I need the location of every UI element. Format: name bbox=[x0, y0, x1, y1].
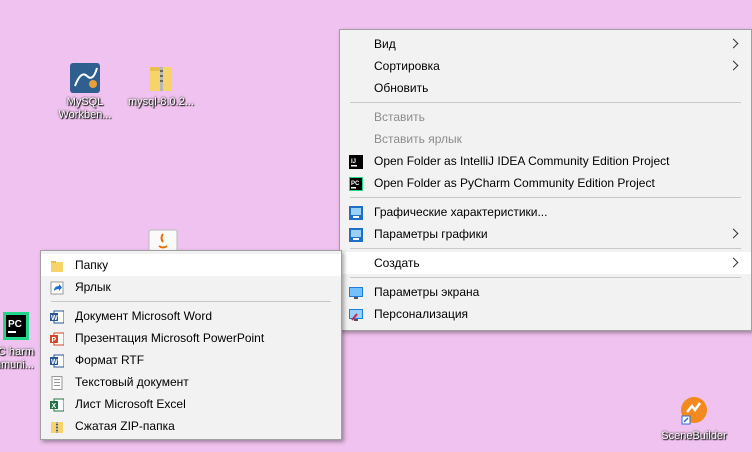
submenu-item-zip[interactable]: Сжатая ZIP-папка bbox=[41, 415, 341, 437]
submenu-item-excel[interactable]: X Лист Microsoft Excel bbox=[41, 393, 341, 415]
submenu-item-label: Сжатая ZIP-папка bbox=[75, 419, 175, 433]
menu-item-label: Сортировка bbox=[374, 59, 440, 73]
submenu-item-folder[interactable]: Папку bbox=[41, 254, 341, 276]
menu-item-label: Open Folder as PyCharm Community Edition… bbox=[374, 176, 655, 190]
submenu-item-label: Лист Microsoft Excel bbox=[75, 397, 186, 411]
menu-item-paste[interactable]: Вставить bbox=[340, 106, 751, 128]
menu-separator bbox=[350, 197, 741, 198]
menu-item-label: Open Folder as IntelliJ IDEA Community E… bbox=[374, 154, 670, 168]
svg-text:X: X bbox=[52, 403, 57, 410]
menu-item-label: Параметры экрана bbox=[374, 285, 480, 299]
menu-item-create[interactable]: Создать bbox=[340, 252, 751, 274]
desktop-context-menu: Вид Сортировка Обновить Вставить Вставит… bbox=[339, 29, 752, 331]
submenu-item-label: Текстовый документ bbox=[75, 375, 189, 389]
folder-icon bbox=[50, 258, 64, 272]
submenu-item-label: Папку bbox=[75, 258, 109, 272]
menu-item-label: Графические характеристики... bbox=[374, 205, 548, 219]
shortcut-icon bbox=[50, 280, 64, 295]
menu-item-label: Вставить bbox=[374, 110, 425, 124]
menu-item-graphics-options[interactable]: Параметры графики bbox=[340, 223, 751, 245]
menu-item-open-intellij[interactable]: IJ Open Folder as IntelliJ IDEA Communit… bbox=[340, 150, 751, 172]
chevron-right-icon bbox=[728, 228, 739, 239]
menu-item-paste-shortcut[interactable]: Вставить ярлык bbox=[340, 128, 751, 150]
intellij-idea-icon: IJ bbox=[349, 154, 363, 169]
submenu-item-label: Документ Microsoft Word bbox=[75, 309, 213, 323]
submenu-item-word[interactable]: W Документ Microsoft Word bbox=[41, 305, 341, 327]
menu-item-sort[interactable]: Сортировка bbox=[340, 55, 751, 77]
desktop-icon-label: mysql-8.0.2... bbox=[127, 96, 195, 108]
menu-item-personalization[interactable]: Персонализация bbox=[340, 303, 751, 325]
scenebuilder-icon bbox=[678, 396, 710, 428]
submenu-item-powerpoint[interactable]: P Презентация Microsoft PowerPoint bbox=[41, 327, 341, 349]
desktop-icon-mysql-workbench[interactable]: MySQL Workben... bbox=[50, 62, 120, 122]
menu-item-label: Вид bbox=[374, 37, 396, 51]
text-document-icon bbox=[50, 375, 64, 390]
mysql-workbench-icon bbox=[69, 62, 101, 94]
menu-item-label: Создать bbox=[374, 256, 420, 270]
personalization-icon bbox=[349, 307, 363, 321]
menu-item-label: Обновить bbox=[374, 81, 429, 95]
word-icon: W bbox=[50, 309, 65, 324]
intel-graphics-icon bbox=[349, 205, 363, 220]
zip-folder-icon bbox=[145, 62, 177, 94]
create-submenu: Папку Ярлык W Документ Microsoft Word P … bbox=[40, 250, 342, 440]
menu-item-graphics-properties[interactable]: Графические характеристики... bbox=[340, 201, 751, 223]
menu-item-label: Параметры графики bbox=[374, 227, 488, 241]
submenu-item-shortcut[interactable]: Ярлык bbox=[41, 276, 341, 298]
rtf-icon: W bbox=[50, 353, 65, 368]
menu-separator bbox=[350, 102, 741, 103]
desktop[interactable]: { "desktop": { "icons": [ {"label": "MyS… bbox=[0, 0, 752, 452]
menu-item-display-settings[interactable]: Параметры экрана bbox=[340, 281, 751, 303]
svg-text:W: W bbox=[51, 359, 58, 366]
menu-item-view[interactable]: Вид bbox=[340, 33, 751, 55]
chevron-right-icon bbox=[728, 257, 739, 268]
desktop-icon-label: MySQL Workben... bbox=[58, 96, 112, 121]
menu-item-refresh[interactable]: Обновить bbox=[340, 77, 751, 99]
svg-text:P: P bbox=[52, 337, 57, 344]
zip-folder-icon bbox=[50, 419, 64, 433]
pycharm-icon: PC bbox=[349, 176, 363, 191]
intel-graphics-icon bbox=[349, 227, 363, 242]
submenu-item-rtf[interactable]: W Формат RTF bbox=[41, 349, 341, 371]
submenu-separator bbox=[51, 301, 331, 302]
svg-text:PC: PC bbox=[8, 319, 22, 330]
desktop-icon-label: PC harm mmuni... bbox=[0, 346, 34, 371]
display-settings-icon bbox=[349, 285, 363, 299]
svg-text:W: W bbox=[51, 315, 58, 322]
desktop-icon-label: SceneBuilder bbox=[661, 430, 727, 442]
desktop-icon-scenebuilder[interactable]: SceneBuilder bbox=[656, 396, 732, 443]
desktop-icon-pycharm[interactable]: PC PC harm mmuni... bbox=[0, 312, 36, 372]
powerpoint-icon: P bbox=[50, 331, 65, 346]
menu-item-open-pycharm[interactable]: PC Open Folder as PyCharm Community Edit… bbox=[340, 172, 751, 194]
chevron-right-icon bbox=[728, 60, 739, 71]
submenu-item-label: Ярлык bbox=[75, 280, 111, 294]
menu-item-label: Персонализация bbox=[374, 307, 469, 321]
submenu-item-label: Презентация Microsoft PowerPoint bbox=[75, 331, 265, 345]
chevron-right-icon bbox=[728, 38, 739, 49]
svg-text:PC: PC bbox=[351, 181, 360, 187]
menu-separator bbox=[350, 248, 741, 249]
submenu-item-label: Формат RTF bbox=[75, 353, 145, 367]
menu-separator bbox=[350, 277, 741, 278]
svg-text:IJ: IJ bbox=[351, 159, 356, 165]
menu-item-label: Вставить ярлык bbox=[374, 132, 462, 146]
desktop-icon-mysql-zip[interactable]: mysql-8.0.2... bbox=[126, 62, 196, 109]
pycharm-icon: PC bbox=[0, 312, 32, 344]
submenu-item-text-document[interactable]: Текстовый документ bbox=[41, 371, 341, 393]
excel-icon: X bbox=[50, 397, 65, 412]
